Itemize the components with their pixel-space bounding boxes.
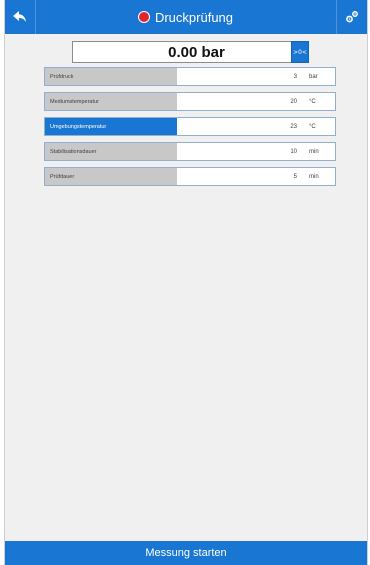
param-value: 5 [293, 173, 297, 180]
header-title-group: Druckprüfung [35, 0, 337, 34]
record-indicator-icon [138, 12, 149, 22]
param-unit: min [309, 148, 319, 155]
param-row-stabilisationsdauer[interactable]: Stabilisationsdauer 10 min [44, 142, 336, 161]
param-label: Umgebungstemperatur [45, 118, 177, 135]
settings-button[interactable] [337, 0, 367, 34]
param-unit: min [309, 173, 319, 180]
app-screen: Druckprüfung 0.00 bar >0< Prüfdruck 3 ba… [4, 0, 368, 565]
param-row-umgebungstemperatur[interactable]: Umgebungstemperatur 23 °C [44, 117, 336, 136]
zero-button[interactable]: >0< [291, 41, 309, 63]
param-value: 10 [290, 148, 297, 155]
settings-icon [346, 11, 358, 23]
start-measurement-button[interactable]: Messung starten [5, 541, 367, 565]
param-unit: bar [309, 73, 318, 80]
param-row-pruefdauer[interactable]: Prüfdauer 5 min [44, 167, 336, 186]
back-button[interactable] [5, 0, 35, 34]
param-label: Mediumstemperatur [45, 93, 177, 110]
param-label: Prüfdruck [45, 68, 177, 85]
parameter-list: Prüfdruck 3 bar Mediumstemperatur 20 °C … [44, 67, 336, 192]
param-row-mediumstemperatur[interactable]: Mediumstemperatur 20 °C [44, 92, 336, 111]
param-unit: °C [309, 123, 316, 130]
back-arrow-icon [13, 11, 26, 22]
param-row-pruefdruck[interactable]: Prüfdruck 3 bar [44, 67, 336, 86]
param-unit: °C [309, 98, 316, 105]
param-value: 23 [290, 123, 297, 130]
param-label: Stabilisationsdauer [45, 143, 177, 160]
param-label: Prüfdauer [45, 168, 177, 185]
param-value: 20 [290, 98, 297, 105]
param-value: 3 [293, 73, 297, 80]
page-title: Druckprüfung [154, 9, 234, 25]
pressure-display: 0.00 bar [72, 41, 309, 63]
app-header: Druckprüfung [5, 0, 367, 34]
pressure-value: 0.00 bar [168, 43, 225, 61]
